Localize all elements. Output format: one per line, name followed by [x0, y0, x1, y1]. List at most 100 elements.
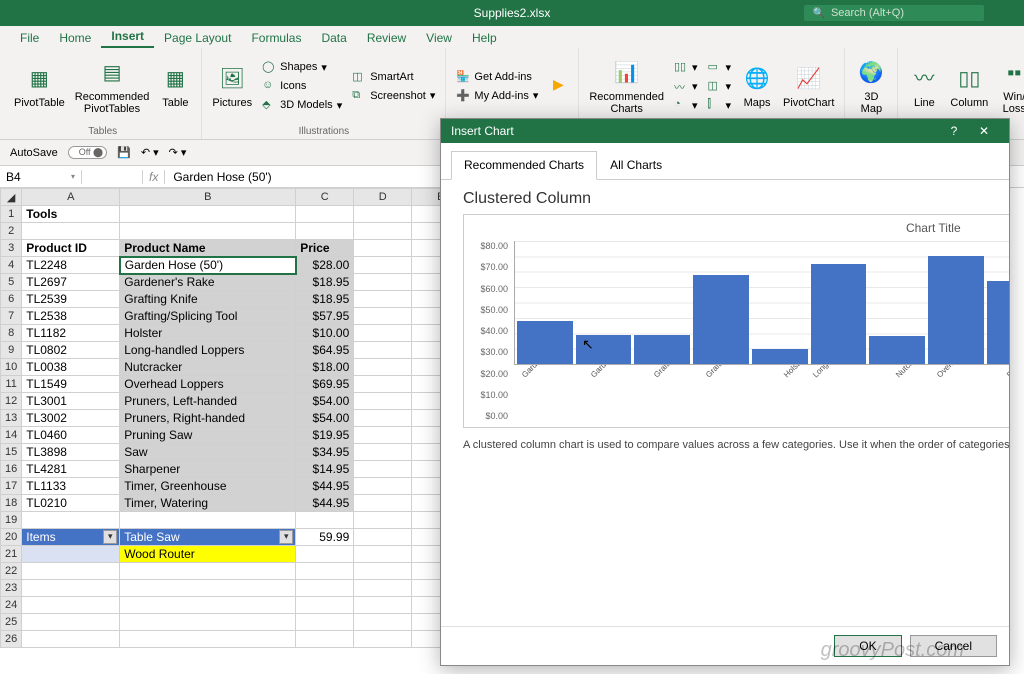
fx-icon[interactable]: fx: [142, 170, 165, 184]
cell-price[interactable]: $54.00: [296, 393, 354, 410]
cell-product-name[interactable]: Pruning Saw: [120, 427, 296, 444]
cancel-button[interactable]: Cancel: [910, 635, 997, 657]
cell-price[interactable]: $44.95: [296, 495, 354, 512]
cell-product-name[interactable]: Nutcracker: [120, 359, 296, 376]
close-button[interactable]: ✕: [969, 124, 999, 138]
cell-product-id[interactable]: TL3002: [22, 410, 120, 427]
redo-icon[interactable]: ↷ ▾: [169, 146, 187, 159]
cell-price[interactable]: $64.95: [296, 342, 354, 359]
undo-icon[interactable]: ↶ ▾: [141, 146, 159, 159]
name-box[interactable]: B4: [0, 170, 82, 184]
recommended-charts-button[interactable]: 📊Recommended Charts: [585, 55, 668, 117]
sparkline-column-button[interactable]: ▯▯Column: [946, 61, 992, 111]
cell-price[interactable]: $14.95: [296, 461, 354, 478]
save-icon[interactable]: 💾: [117, 146, 131, 159]
list-item-price[interactable]: 59.99: [296, 529, 354, 546]
tab-recommended-charts[interactable]: Recommended Charts: [451, 151, 597, 180]
3d-models-button[interactable]: ⬘3D Models ▾: [258, 96, 346, 114]
cell-price[interactable]: $18.95: [296, 274, 354, 291]
bing-button[interactable]: ▶: [544, 73, 572, 99]
cell-product-name[interactable]: Grafting Knife: [120, 291, 296, 308]
cell-product-name[interactable]: Long-handled Loppers: [120, 342, 296, 359]
cell-price[interactable]: $34.95: [296, 444, 354, 461]
sparkline-winloss-button[interactable]: ▪▪Win/ Loss: [994, 55, 1024, 117]
cell-product-id[interactable]: TL2697: [22, 274, 120, 291]
hierarchy-chart-button[interactable]: ▭▾: [703, 58, 735, 76]
tab-formulas[interactable]: Formulas: [241, 28, 311, 48]
tab-home[interactable]: Home: [49, 28, 101, 48]
ok-button[interactable]: OK: [834, 635, 901, 657]
cell-product-id[interactable]: TL2539: [22, 291, 120, 308]
preview-chart[interactable]: Chart Title $80.00$70.00$60.00$50.00$40.…: [463, 214, 1009, 428]
cell-product-id[interactable]: TL3001: [22, 393, 120, 410]
cell-price[interactable]: $57.95: [296, 308, 354, 325]
tab-view[interactable]: View: [416, 28, 462, 48]
list-item[interactable]: Wood Router: [120, 546, 296, 563]
tab-file[interactable]: File: [10, 28, 49, 48]
cell-product-id[interactable]: TL0038: [22, 359, 120, 376]
column-chart-button[interactable]: ▯▯▾: [670, 58, 702, 76]
cell-product-id[interactable]: TL0460: [22, 427, 120, 444]
cell-product-id[interactable]: TL4281: [22, 461, 120, 478]
col-header-b[interactable]: B: [120, 189, 296, 206]
items-header[interactable]: Items: [22, 529, 120, 546]
cell-product-id[interactable]: TL1182: [22, 325, 120, 342]
col-header-c[interactable]: C: [296, 189, 354, 206]
line-chart-button[interactable]: 〰▾: [670, 77, 702, 95]
cell-product-id[interactable]: TL0210: [22, 495, 120, 512]
select-all[interactable]: ◢: [1, 189, 22, 206]
cell-product-id[interactable]: TL1549: [22, 376, 120, 393]
cell-product-id[interactable]: TL0802: [22, 342, 120, 359]
pictures-button[interactable]: 🖼Pictures: [208, 61, 256, 111]
cell-price[interactable]: $28.00: [296, 257, 354, 274]
cell-product-name[interactable]: Holster: [120, 325, 296, 342]
my-addins-button[interactable]: ➕My Add-ins ▾: [452, 87, 542, 105]
smartart-button[interactable]: ◫SmartArt: [348, 68, 439, 86]
icons-button[interactable]: ☺Icons: [258, 77, 346, 95]
cell-price[interactable]: $10.00: [296, 325, 354, 342]
cell-product-name[interactable]: Timer, Watering: [120, 495, 296, 512]
tab-all-charts[interactable]: All Charts: [597, 151, 675, 179]
recommended-pivottables-button[interactable]: ▤Recommended PivotTables: [71, 55, 154, 117]
col-header-a[interactable]: A: [22, 189, 120, 206]
cell-product-name[interactable]: Gardener's Rake: [120, 274, 296, 291]
cell-product-name[interactable]: Overhead Loppers: [120, 376, 296, 393]
cell-price[interactable]: $69.95: [296, 376, 354, 393]
search-box[interactable]: Search (Alt+Q): [804, 5, 984, 21]
sheet-title[interactable]: Tools: [22, 206, 120, 223]
cell-product-id[interactable]: TL1133: [22, 478, 120, 495]
help-button[interactable]: ?: [939, 124, 969, 138]
cell-product-name[interactable]: Grafting/Splicing Tool: [120, 308, 296, 325]
get-addins-button[interactable]: 🏪Get Add-ins: [452, 68, 542, 86]
sparkline-line-button[interactable]: 〰Line: [904, 61, 944, 111]
combo-chart-button[interactable]: ⫿▾: [703, 96, 735, 114]
cell-price[interactable]: $19.95: [296, 427, 354, 444]
cell-product-name[interactable]: Garden Hose (50'): [120, 257, 296, 274]
hdr-product-id[interactable]: Product ID: [22, 240, 120, 257]
tab-data[interactable]: Data: [311, 28, 356, 48]
3d-map-button[interactable]: 🌍3D Map: [851, 55, 891, 117]
cell-price[interactable]: $54.00: [296, 410, 354, 427]
table-button[interactable]: ▦Table: [155, 61, 195, 111]
col-header-d[interactable]: D: [354, 189, 412, 206]
autosave-toggle[interactable]: Off ⬤: [68, 146, 107, 159]
tab-review[interactable]: Review: [357, 28, 416, 48]
cell-price[interactable]: $18.95: [296, 291, 354, 308]
hdr-product-name[interactable]: Product Name: [120, 240, 296, 257]
dialog-titlebar[interactable]: Insert Chart ? ✕: [441, 119, 1009, 143]
cell-product-name[interactable]: Timer, Greenhouse: [120, 478, 296, 495]
cell-price[interactable]: $18.00: [296, 359, 354, 376]
cell-product-id[interactable]: TL3898: [22, 444, 120, 461]
pivottable-button[interactable]: ▦PivotTable: [10, 61, 69, 111]
cell-product-name[interactable]: Pruners, Right-handed: [120, 410, 296, 427]
list-item[interactable]: Table Saw: [120, 529, 296, 546]
cell-product-id[interactable]: TL2538: [22, 308, 120, 325]
hdr-price[interactable]: Price: [296, 240, 354, 257]
pivotchart-button[interactable]: 📈PivotChart: [779, 61, 838, 111]
cell-product-name[interactable]: Pruners, Left-handed: [120, 393, 296, 410]
screenshot-button[interactable]: ⧉Screenshot ▾: [348, 87, 439, 105]
cell-price[interactable]: $44.95: [296, 478, 354, 495]
tab-help[interactable]: Help: [462, 28, 507, 48]
pie-chart-button[interactable]: ◔▾: [670, 96, 702, 114]
tab-page-layout[interactable]: Page Layout: [154, 28, 241, 48]
